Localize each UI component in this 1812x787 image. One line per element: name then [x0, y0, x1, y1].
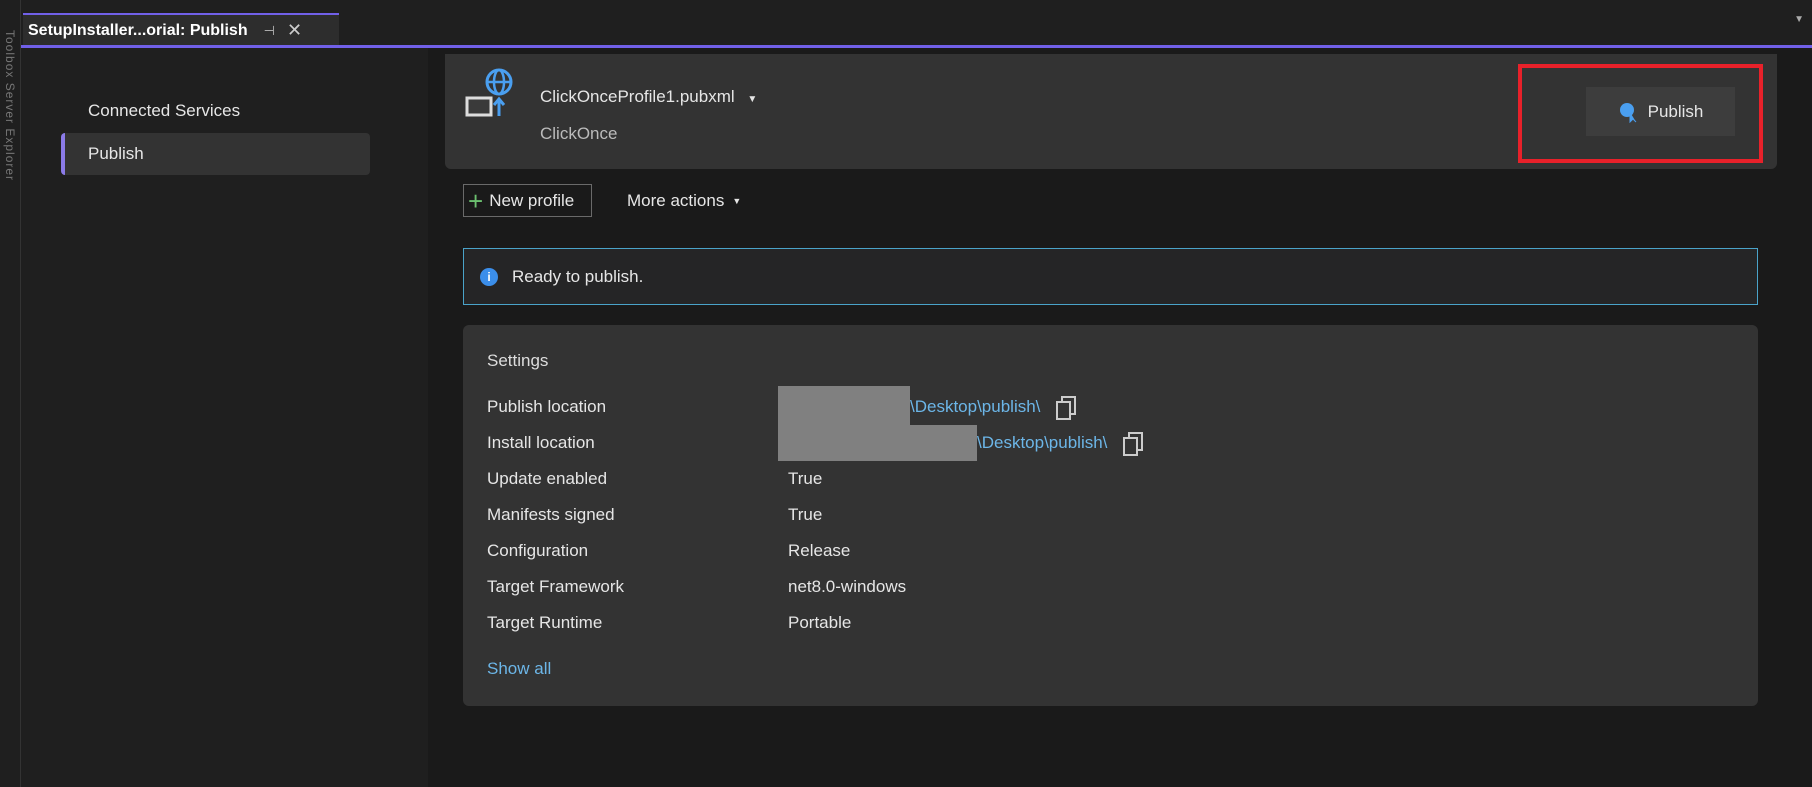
tool-window-strip[interactable]: Toolbox Server Explorer: [0, 0, 21, 787]
profile-type: ClickOnce: [540, 124, 618, 143]
info-icon: i: [480, 267, 498, 286]
setting-value: Release: [788, 541, 851, 560]
setting-value: net8.0-windows: [788, 577, 907, 596]
settings-row: Manifests signed True: [487, 500, 1687, 530]
sidebar-item-label: Publish: [88, 144, 144, 163]
clickonce-profile-icon: [465, 68, 513, 117]
chevron-down-icon: ▼: [732, 196, 742, 206]
settings-panel: Settings Publish location \Desktop\publi…: [463, 325, 1758, 706]
install-location-link[interactable]: \Desktop\publish\: [977, 433, 1107, 453]
publish-location-link[interactable]: \Desktop\publish\: [910, 397, 1040, 417]
copy-icon[interactable]: [1121, 432, 1144, 456]
pin-icon[interactable]: ⊣: [264, 23, 275, 39]
sidebar-item-publish[interactable]: Publish: [61, 133, 370, 175]
show-all-link[interactable]: Show all: [487, 659, 551, 679]
settings-row: Target Runtime Portable: [487, 608, 1687, 638]
info-message: Ready to publish.: [512, 266, 644, 286]
close-icon[interactable]: ✕: [287, 20, 302, 41]
setting-label: Install location: [487, 433, 595, 452]
setting-value: True: [788, 505, 823, 524]
profile-selector[interactable]: ClickOnceProfile1.pubxml ▼: [540, 87, 757, 107]
settings-title: Settings: [487, 351, 549, 370]
sidebar-item-label: Connected Services: [88, 101, 241, 120]
tab-publish[interactable]: SetupInstaller...orial: Publish ⊣ ✕: [23, 13, 339, 46]
setting-value: Portable: [788, 613, 852, 632]
tool-window-labels[interactable]: Toolbox Server Explorer: [3, 30, 17, 181]
more-actions-label: More actions: [627, 191, 725, 210]
tab-title: SetupInstaller...orial: Publish: [28, 21, 248, 39]
publish-button[interactable]: Publish: [1586, 87, 1735, 136]
more-actions-dropdown[interactable]: More actions ▼: [627, 189, 741, 213]
tab-overflow-icon[interactable]: ▼: [1794, 14, 1804, 25]
info-bar: i Ready to publish.: [463, 248, 1758, 305]
publish-globe-icon: [1619, 102, 1636, 123]
chevron-down-icon: ▼: [747, 94, 758, 105]
new-profile-button[interactable]: + New profile: [463, 184, 592, 217]
settings-row: Configuration Release: [487, 536, 1687, 566]
setting-label: Manifests signed: [487, 505, 615, 524]
setting-label: Publish location: [487, 397, 607, 416]
settings-row: Update enabled True: [487, 464, 1687, 494]
setting-value: True: [788, 469, 823, 488]
settings-row-install-location: Install location \Desktop\publish\: [487, 425, 1687, 461]
copy-icon[interactable]: [1054, 396, 1077, 420]
setting-label: Target Framework: [487, 577, 624, 596]
settings-row-publish-location: Publish location \Desktop\publish\: [487, 385, 1687, 429]
setting-label: Update enabled: [487, 469, 608, 488]
new-profile-label: New profile: [489, 190, 575, 210]
setting-label: Target Runtime: [487, 613, 603, 632]
plus-icon: +: [468, 185, 484, 216]
redacted-region: [778, 385, 910, 429]
setting-label: Configuration: [487, 541, 589, 560]
publish-button-label: Publish: [1647, 101, 1704, 121]
settings-row: Target Framework net8.0-windows: [487, 572, 1687, 602]
sidebar-item-connected-services[interactable]: Connected Services: [61, 90, 370, 132]
redacted-region: [778, 425, 977, 461]
sidebar: Connected Services Publish: [22, 48, 428, 787]
